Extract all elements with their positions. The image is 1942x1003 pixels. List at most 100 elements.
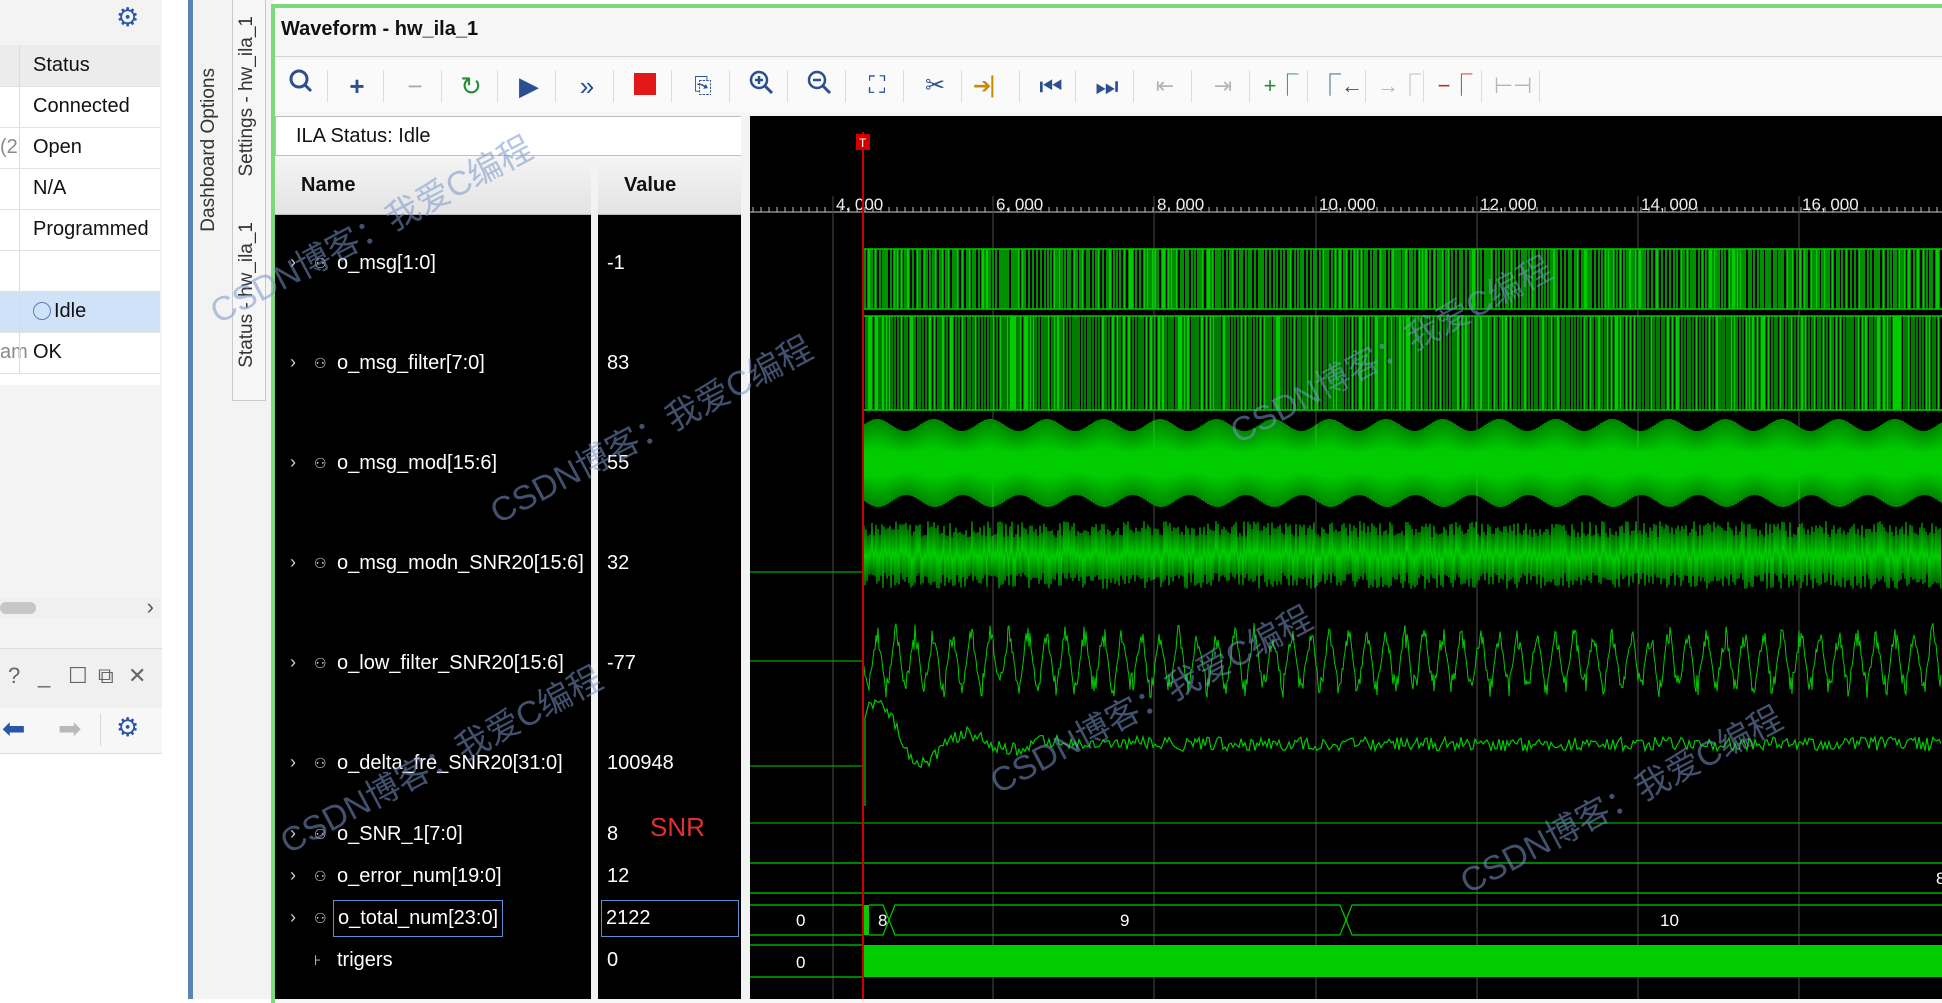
zoom-in-icon[interactable] [741,66,781,106]
time-tick-label: 10, 000 [1319,195,1376,214]
stop-icon[interactable] [625,66,665,106]
toolbar-divider [100,714,101,746]
next-transition-icon[interactable]: ⇥ [1203,66,1243,106]
table-row[interactable]: Connected [0,86,160,128]
trigger-marker-label: T [859,136,867,150]
go-to-end-icon[interactable]: ⏭ [1087,66,1127,106]
cursor-icon[interactable]: ✂ [915,66,955,106]
table-header: Status [0,45,160,87]
signal-value[interactable]: 8 [607,823,618,846]
bus-icon: ⚇ [314,910,327,926]
gear-icon[interactable]: ⚙ [116,2,139,33]
back-arrow-icon[interactable]: ⬅ [2,712,25,745]
bus-o-total-num-label: 0 [796,953,805,972]
swap-cursors-icon[interactable]: ⊢⊣ [1493,66,1533,106]
waveform-canvas[interactable]: 4, 000 6, 000 8, 000 10, 000 12, 000 14, 000 1… [750,116,1942,999]
expand-chevron-icon[interactable]: › [290,652,296,673]
time-tick-label: 12, 000 [1480,195,1537,214]
close-icon[interactable]: ✕ [128,663,146,689]
bus-o-error-num-seg [888,904,1347,936]
export-icon[interactable]: ⎘ [683,66,723,106]
signal-value[interactable]: 2122 [601,900,739,937]
properties-panel-titlebar: ? _ ☐ ⧉ ✕ [0,648,162,709]
next-marker-icon[interactable]: →⎾ [1377,66,1421,106]
ila-status-text: ILA Status: Idle [296,125,431,147]
bus-o-error-num-seg [1345,904,1942,936]
expand-chevron-icon[interactable]: › [290,452,296,473]
delete-marker-icon[interactable]: −⎾ [1435,66,1475,106]
table-row-selected[interactable]: Idle [0,291,160,333]
tab-dashboard-options[interactable]: Dashboard Options [198,68,220,232]
expand-chevron-icon[interactable]: › [290,352,296,373]
signal-name[interactable]: o_low_filter_SNR20[15:6] [337,652,564,675]
forward-arrow-icon[interactable]: ➡ [58,712,81,745]
tab-settings[interactable]: Settings - hw_ila_1 [236,16,258,177]
bus-icon: ⚇ [314,455,327,471]
signal-value[interactable]: -77 [607,652,636,675]
probe-icon: ⊦ [314,952,322,968]
table-row[interactable]: (2 Open [0,127,160,169]
pane-gap [591,158,598,999]
signal-name[interactable]: o_msg_filter[7:0] [337,352,485,375]
name-header-label: Name [301,174,356,196]
remove-icon[interactable]: − [395,66,435,106]
run-immediate-icon[interactable]: » [567,66,607,106]
signal-value[interactable]: -1 [607,252,625,275]
idle-status-icon [33,302,51,320]
previous-marker-icon[interactable]: ⎾← [1319,66,1363,106]
chevron-right-icon[interactable]: › [147,594,154,620]
title-divider [275,56,1942,57]
time-tick-label: 8, 000 [1157,195,1204,214]
table-row[interactable]: am OK [0,332,160,374]
float-icon[interactable]: ⧉ [98,663,114,689]
value-header-label: Value [624,174,677,196]
time-tick-label: 6, 000 [996,195,1043,214]
expand-chevron-icon[interactable]: › [290,552,296,573]
signal-value[interactable]: 12 [607,865,629,888]
expand-chevron-icon[interactable]: › [290,752,296,773]
table-row[interactable] [0,250,160,292]
status-column-header[interactable]: Status [33,45,90,86]
signal-value[interactable]: 0 [607,949,618,972]
signal-name[interactable]: o_msg_mod[15:6] [337,452,497,475]
waveform-toolbar: + − ↻ ▶ » ⎘ ⛶ ✂ ➔⎸ ⏮ ⏭ ⇤ ⇥ +⎾ ⎾← →⎾ −⎾ ⊢… [275,60,1942,112]
scrollbar-thumb[interactable] [0,602,36,614]
zoom-out-icon[interactable] [799,66,839,106]
bus-o-error-num-seg [750,904,863,936]
signal-value[interactable]: 83 [607,352,629,375]
gear-icon[interactable]: ⚙ [116,712,139,743]
signal-name[interactable]: o_msg_modn_SNR20[15:6] [337,552,584,575]
help-icon[interactable]: ? [8,663,20,689]
bus-icon: ⚇ [314,355,327,371]
add-marker-icon[interactable]: +⎾ [1261,66,1301,106]
search-icon[interactable] [281,66,321,106]
status-cell: Programmed [33,218,149,240]
hardware-panel-header: ⚙ [0,0,162,40]
run-trigger-icon[interactable]: ▶ [509,66,549,106]
signal-name[interactable]: trigers [337,949,393,972]
expand-chevron-icon[interactable]: › [290,907,296,928]
panel-divider[interactable] [188,0,193,999]
bus-o-total-num-seg [750,944,863,978]
wave-o-msg-modn [862,521,1942,590]
refresh-icon[interactable]: ↻ [451,66,491,106]
value-column-header[interactable]: Value [598,158,741,215]
bus-o-error-num-label: 9 [1120,911,1129,930]
signal-name[interactable]: o_error_num[19:0] [337,865,502,888]
wave-o-low-filter [862,623,1942,699]
minimize-icon[interactable]: _ [38,663,50,689]
table-row[interactable]: Programmed [0,209,160,251]
go-to-start-icon[interactable]: ⏮ [1031,66,1071,106]
signal-name[interactable]: o_total_num[23:0] [333,900,504,937]
maximize-icon[interactable]: ☐ [68,663,88,689]
signal-value[interactable]: 32 [607,552,629,575]
status-cell: Connected [33,95,130,117]
table-row[interactable]: N/A [0,168,160,210]
horizontal-scrollbar[interactable]: › [0,594,160,619]
expand-chevron-icon[interactable]: › [290,865,296,886]
zoom-fit-icon[interactable]: ⛶ [857,66,897,106]
previous-transition-icon[interactable]: ⇤ [1145,66,1185,106]
add-icon[interactable]: + [337,66,377,106]
go-to-time-icon[interactable]: ➔⎸ [973,66,1013,106]
signal-value[interactable]: 100948 [607,752,674,775]
